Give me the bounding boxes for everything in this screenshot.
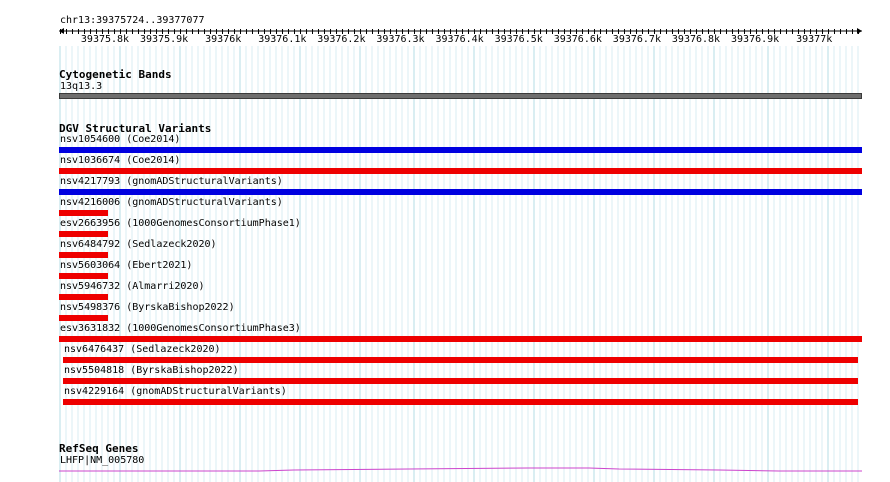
gene-intron-line	[59, 467, 862, 472]
dgv-feature-label[interactable]: nsv1036674 (Coe2014)	[60, 155, 180, 167]
dgv-feature-bar[interactable]	[59, 252, 108, 258]
ruler-tick-label: 39376.3k	[376, 34, 425, 45]
cytoband-bar[interactable]	[59, 93, 862, 99]
ruler-tick-label: 39376.9k	[731, 34, 780, 45]
ruler-tick-label: 39375.9k	[140, 34, 189, 45]
gene-model[interactable]	[59, 462, 862, 474]
dgv-feature-label[interactable]: nsv1054600 (Coe2014)	[60, 134, 180, 146]
dgv-feature-label[interactable]: nsv6484792 (Sedlazeck2020)	[60, 239, 217, 251]
dgv-feature-bar[interactable]	[59, 336, 862, 342]
ruler-tick-label: 39376.6k	[553, 34, 602, 45]
ruler-tick-label: 39376.2k	[317, 34, 366, 45]
dgv-feature-bar[interactable]	[63, 357, 858, 363]
dgv-feature-label[interactable]: nsv4229164 (gnomADStructuralVariants)	[64, 386, 287, 398]
dgv-feature-label[interactable]: nsv4217793 (gnomADStructuralVariants)	[60, 176, 283, 188]
dgv-feature-bar[interactable]	[59, 210, 108, 216]
dgv-feature-bar[interactable]	[59, 273, 108, 279]
dgv-feature-label[interactable]: nsv6476437 (Sedlazeck2020)	[64, 344, 221, 356]
dgv-feature-label[interactable]: nsv5603064 (Ebert2021)	[60, 260, 192, 272]
dgv-feature-label[interactable]: nsv5504818 (ByrskaBishop2022)	[64, 365, 239, 377]
ruler-tick-label: 39375.8k	[80, 34, 130, 45]
cytobands-track-title[interactable]: Cytogenetic Bands	[59, 68, 172, 81]
dgv-feature-bar[interactable]	[59, 168, 862, 174]
ruler-tick-label: 39376.8k	[671, 34, 721, 45]
ruler-right-arrow	[857, 28, 862, 34]
dgv-feature-bar[interactable]	[63, 399, 858, 405]
cytoband-label: 13q13.3	[60, 81, 103, 92]
dgv-feature-bar[interactable]	[63, 378, 858, 384]
dgv-feature-bar[interactable]	[59, 315, 108, 321]
dgv-feature-bar[interactable]	[59, 147, 862, 153]
ruler-tick-label: 39376.1k	[258, 34, 307, 45]
ruler-tick-label: 39376.7k	[612, 34, 661, 45]
dgv-feature-label[interactable]: nsv4216006 (gnomADStructuralVariants)	[60, 197, 283, 209]
dgv-feature-label[interactable]: esv2663956 (1000GenomesConsortiumPhase1)	[60, 218, 301, 230]
dgv-feature-label[interactable]: nsv5498376 (ByrskaBishop2022)	[60, 302, 235, 314]
dgv-feature-bar[interactable]	[59, 231, 108, 237]
ruler-tick-label: 39376k	[205, 34, 242, 45]
dgv-feature-label[interactable]: nsv5946732 (Almarri2020)	[60, 281, 205, 293]
ruler-left-arrow	[59, 28, 64, 34]
dgv-feature-label[interactable]: esv3631832 (1000GenomesConsortiumPhase3)	[60, 323, 301, 335]
ruler-tick-label: 39376.4k	[435, 34, 484, 45]
ruler-tick-label: 39376.5k	[494, 34, 543, 45]
dgv-feature-bar[interactable]	[59, 189, 862, 195]
ruler-tick-label: 39377k	[796, 34, 833, 45]
refseq-track-title[interactable]: RefSeq Genes	[59, 442, 138, 455]
dgv-feature-bar[interactable]	[59, 294, 108, 300]
